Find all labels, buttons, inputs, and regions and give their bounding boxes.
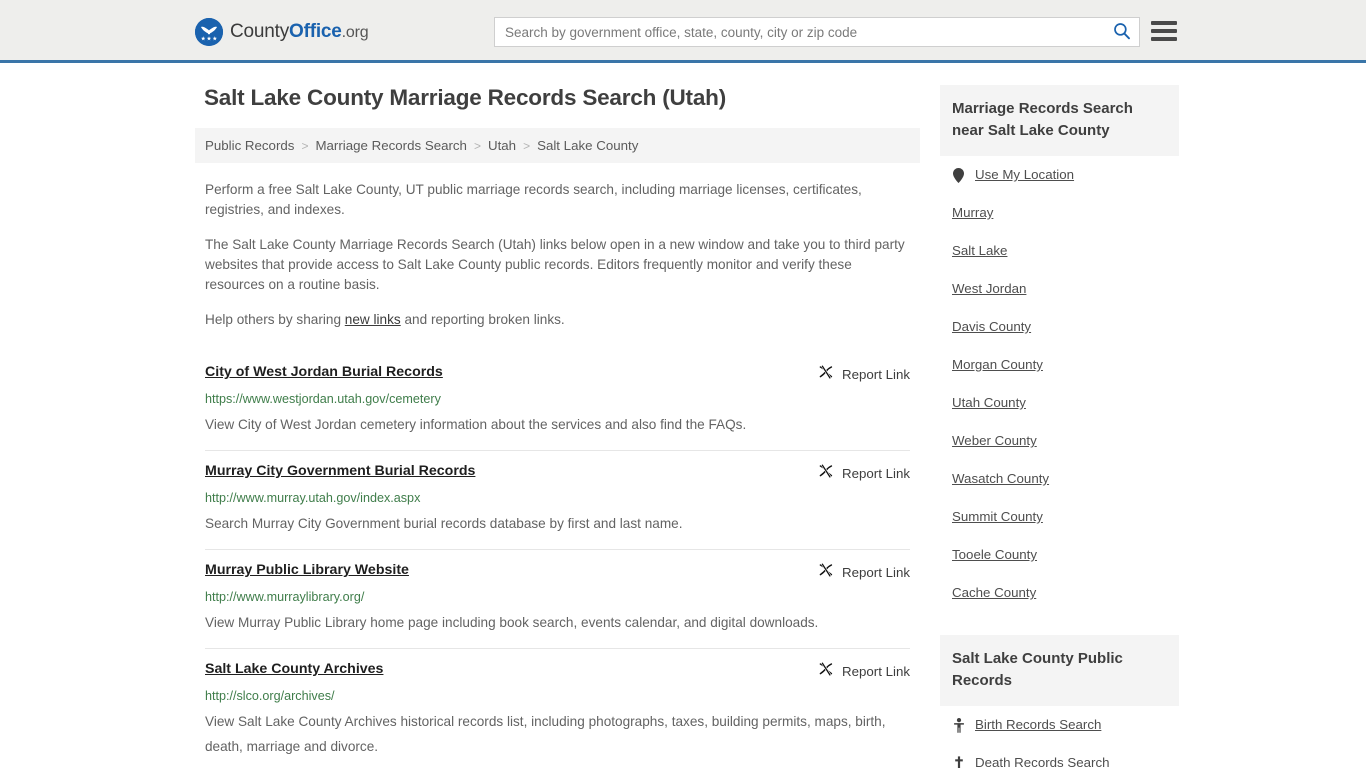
resource-link-url[interactable]: http://www.murraylibrary.org/ — [205, 589, 910, 605]
broken-link-icon — [818, 562, 834, 583]
report-link-label: Report Link — [842, 565, 910, 580]
sidebar-item-murray[interactable]: Murray — [952, 194, 1167, 232]
report-link-label: Report Link — [842, 664, 910, 679]
sidebar-item-west-jordan[interactable]: West Jordan — [952, 270, 1167, 308]
list-item: City of West Jordan Burial Records Repor… — [205, 352, 910, 450]
search-input[interactable] — [495, 18, 1105, 46]
report-link-button[interactable]: Report Link — [818, 462, 910, 484]
intro-p3-before: Help others by sharing — [205, 312, 345, 327]
sidebar-heading-public-records: Salt Lake County Public Records — [940, 635, 1179, 706]
resource-link-title[interactable]: Murray City Government Burial Records — [205, 462, 475, 480]
site-logo[interactable]: CountyOffice.org — [195, 18, 369, 46]
resource-link-list: City of West Jordan Burial Records Repor… — [195, 352, 920, 768]
sidebar-item-wasatch-county[interactable]: Wasatch County — [952, 460, 1167, 498]
sidebar-item-label: Murray — [952, 205, 994, 220]
resource-link-description: Search Murray City Government burial rec… — [205, 516, 683, 531]
logo-text-county: County — [230, 21, 290, 42]
logo-text-tld: .org — [341, 24, 369, 41]
map-pin-icon — [952, 167, 965, 183]
hamburger-bar — [1151, 29, 1177, 33]
list-item: Salt Lake County Archives Report Link ht… — [205, 648, 910, 768]
breadcrumb-item-utah[interactable]: Utah — [488, 138, 516, 153]
search-bar[interactable] — [494, 17, 1140, 47]
sidebar-public-records-section: Salt Lake County Public Records Birth Re… — [940, 635, 1179, 768]
sidebar-item-label: Wasatch County — [952, 471, 1050, 486]
search-button[interactable] — [1105, 18, 1139, 46]
breadcrumb-separator-icon: > — [473, 138, 481, 153]
sidebar-item-label: Weber County — [952, 433, 1037, 448]
sidebar-item-davis-county[interactable]: Davis County — [952, 308, 1167, 346]
logo-text-office: Office — [289, 21, 342, 42]
sidebar-item-summit-county[interactable]: Summit County — [952, 498, 1167, 536]
breadcrumb-separator-icon: > — [301, 138, 309, 153]
broken-link-icon — [818, 661, 834, 682]
sidebar-item-cache-county[interactable]: Cache County — [952, 574, 1167, 612]
page-body: Salt Lake County Marriage Records Search… — [0, 63, 1366, 768]
breadcrumb-item-marriage-records-search[interactable]: Marriage Records Search — [315, 138, 467, 153]
sidebar-item-tooele-county[interactable]: Tooele County — [952, 536, 1167, 574]
site-logo-text: CountyOffice.org — [230, 21, 369, 43]
main-content: Salt Lake County Marriage Records Search… — [195, 85, 920, 768]
sidebar-item-morgan-county[interactable]: Morgan County — [952, 346, 1167, 384]
page-title: Salt Lake County Marriage Records Search… — [204, 85, 726, 110]
resource-link-description: View Murray Public Library home page inc… — [205, 615, 819, 630]
hamburger-bar — [1151, 37, 1177, 41]
sidebar-nearby-list: Use My Location Murray Salt Lake West Jo… — [940, 156, 1179, 612]
report-link-button[interactable]: Report Link — [818, 363, 910, 385]
sidebar-item-utah-county[interactable]: Utah County — [952, 384, 1167, 422]
intro-paragraph-2: The Salt Lake County Marriage Records Se… — [205, 237, 905, 292]
breadcrumb-item-public-records[interactable]: Public Records — [205, 138, 294, 153]
sidebar-item-label: Use My Location — [975, 167, 1075, 182]
hamburger-bar — [1151, 21, 1177, 25]
breadcrumb: Public Records > Marriage Records Search… — [195, 128, 920, 163]
sidebar-item-label: Summit County — [952, 509, 1043, 524]
broken-link-icon — [818, 463, 834, 484]
broken-link-icon — [818, 364, 834, 385]
resource-link-url[interactable]: https://www.westjordan.utah.gov/cemetery — [205, 391, 910, 407]
list-item: Murray Public Library Website Report Lin… — [205, 549, 910, 648]
search-icon — [1113, 22, 1131, 43]
resource-link-description: View Salt Lake County Archives historica… — [205, 714, 886, 754]
grave-cross-icon — [952, 755, 965, 768]
resource-link-url[interactable]: http://www.murray.utah.gov/index.aspx — [205, 490, 910, 506]
sidebar-public-records-list: Birth Records Search Death Records Searc… — [940, 706, 1179, 768]
sidebar-item-label: Tooele County — [952, 547, 1038, 562]
sidebar: Marriage Records Search near Salt Lake C… — [940, 85, 1179, 768]
resource-link-url[interactable]: http://slco.org/archives/ — [205, 688, 910, 704]
report-link-label: Report Link — [842, 367, 910, 382]
resource-link-title[interactable]: Salt Lake County Archives — [205, 660, 383, 678]
sidebar-item-death-records-search[interactable]: Death Records Search — [952, 744, 1167, 768]
report-link-button[interactable]: Report Link — [818, 660, 910, 682]
hamburger-menu-icon[interactable] — [1151, 19, 1177, 43]
sidebar-item-salt-lake[interactable]: Salt Lake — [952, 232, 1167, 270]
sidebar-item-label: Utah County — [952, 395, 1026, 410]
sidebar-item-label: Davis County — [952, 319, 1032, 334]
sidebar-item-label: Morgan County — [952, 357, 1043, 372]
sidebar-item-label: Death Records Search — [975, 755, 1110, 768]
list-item: Murray City Government Burial Records Re… — [205, 450, 910, 549]
sidebar-item-weber-county[interactable]: Weber County — [952, 422, 1167, 460]
sidebar-item-label: West Jordan — [952, 281, 1027, 296]
new-links-link[interactable]: new links — [345, 312, 401, 327]
intro-paragraph-1: Perform a free Salt Lake County, UT publ… — [205, 182, 862, 217]
sidebar-item-label: Cache County — [952, 585, 1037, 600]
sidebar-item-birth-records-search[interactable]: Birth Records Search — [952, 706, 1167, 744]
sidebar-item-label: Salt Lake — [952, 243, 1008, 258]
report-link-button[interactable]: Report Link — [818, 561, 910, 583]
sidebar-item-use-my-location[interactable]: Use My Location — [952, 156, 1167, 194]
site-header: CountyOffice.org — [0, 0, 1366, 63]
report-link-label: Report Link — [842, 466, 910, 481]
baby-icon — [952, 717, 965, 733]
breadcrumb-item-salt-lake-county[interactable]: Salt Lake County — [537, 138, 638, 153]
sidebar-heading-nearby: Marriage Records Search near Salt Lake C… — [940, 85, 1179, 156]
resource-link-title[interactable]: City of West Jordan Burial Records — [205, 363, 443, 381]
intro-paragraph-3: Help others by sharing new links and rep… — [205, 310, 910, 330]
eagle-stars-seal-icon — [195, 18, 223, 46]
intro-text: Perform a free Salt Lake County, UT publ… — [195, 180, 920, 330]
sidebar-item-label: Birth Records Search — [975, 717, 1102, 732]
resource-link-title[interactable]: Murray Public Library Website — [205, 561, 409, 579]
intro-p3-after: and reporting broken links. — [400, 312, 565, 327]
breadcrumb-separator-icon: > — [523, 138, 531, 153]
resource-link-description: View City of West Jordan cemetery inform… — [205, 417, 747, 432]
